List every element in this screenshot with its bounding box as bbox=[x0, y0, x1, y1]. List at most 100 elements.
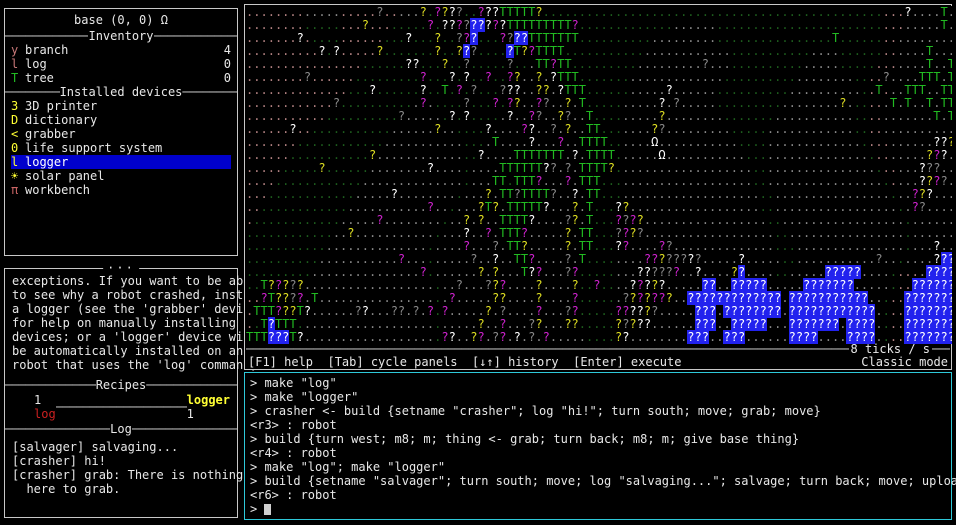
recipe-output: logger 1 bbox=[187, 393, 230, 421]
inventory-row-log[interactable]: l log 0 bbox=[11, 57, 231, 71]
info-line: for help on manually installing bbox=[12, 316, 236, 330]
device-row-life-support-system[interactable]: 0 life support system bbox=[11, 141, 231, 155]
repl-line: <r4> : robot bbox=[250, 446, 337, 460]
item-count: 0 bbox=[223, 57, 231, 71]
status-bar-rule: ────────────────────────────────────────… bbox=[246, 341, 950, 356]
repl-line: > build {turn west; m8; m; thing <- grab… bbox=[250, 432, 800, 446]
info-line: devices; or a 'logger' device will bbox=[12, 330, 258, 344]
tick-rate: 8 ticks / s bbox=[850, 341, 930, 356]
info-line: robot that uses the 'log' command). bbox=[12, 358, 265, 372]
inventory-title: Inventory bbox=[88, 29, 154, 43]
item-glyph-log: l bbox=[11, 57, 19, 71]
scroll-indicator: ··· bbox=[103, 261, 139, 275]
recipe-output-name: logger bbox=[186, 393, 230, 407]
inventory-list[interactable]: y branch 4 l log 0 Ttree 0 bbox=[5, 43, 237, 85]
repl-line: > crasher <- build {setname "crasher"; l… bbox=[250, 404, 821, 418]
recipe-row: 1 log ──────────────────────────────────… bbox=[5, 393, 237, 421]
log-line: here to grab. bbox=[12, 482, 121, 496]
keybinding-hints[interactable]: [F1] help [Tab] cycle panels [↓↑] histor… bbox=[248, 355, 861, 369]
recipe-input-name: log bbox=[34, 407, 56, 421]
device-row-workbench[interactable]: π workbench bbox=[11, 183, 231, 197]
devices-section-rule: ────────────────────────────────────────… bbox=[5, 85, 237, 99]
log-line: [crasher] hi! bbox=[12, 454, 106, 468]
device-name: dictionary bbox=[25, 113, 98, 127]
device-description-text: exceptions. If you want to be able to see… bbox=[5, 269, 265, 372]
game-mode-label: Classic mode bbox=[861, 355, 948, 369]
status-bar-keys-row: [F1] help [Tab] cycle panels [↓↑] histor… bbox=[246, 355, 950, 369]
info-help-panel[interactable]: ··· exceptions. If you want to be able to… bbox=[4, 261, 265, 518]
device-row-solar-panel[interactable]: ☀ solar panel bbox=[11, 169, 231, 183]
device-name: workbench bbox=[25, 183, 91, 197]
robot-log-list: [salvager] salvaging... [crasher] hi! [cra… bbox=[5, 436, 244, 496]
repl-cursor[interactable] bbox=[264, 504, 272, 515]
item-name: log bbox=[25, 57, 47, 71]
device-row-grabber[interactable]: < grabber bbox=[11, 127, 231, 141]
log-line: [crasher] grab: There is nothing bbox=[12, 468, 244, 482]
device-glyph-dictionary: D bbox=[11, 113, 19, 127]
item-glyph-branch: y bbox=[11, 43, 19, 57]
inventory-row-tree[interactable]: Ttree 0 bbox=[11, 71, 231, 85]
rule-right: ────────────────────────────────────────… bbox=[182, 85, 237, 99]
swarm-game-window: base (0, 0) Ω ──────────────────────────… bbox=[0, 0, 956, 525]
repl-line: <r3> : robot bbox=[250, 418, 337, 432]
device-glyph-logger: l bbox=[11, 155, 19, 169]
log-line: [salvager] salvaging... bbox=[12, 440, 179, 454]
repl-panel[interactable]: > make "log" > make "logger" > crasher <- … bbox=[244, 372, 956, 520]
device-name: grabber bbox=[25, 127, 76, 141]
repl-line: <r6> : robot bbox=[250, 488, 337, 502]
inventory-row-branch[interactable]: y branch 4 bbox=[11, 43, 231, 57]
device-name: 3D printer bbox=[25, 99, 98, 113]
device-row-logger[interactable]: l logger bbox=[11, 155, 231, 169]
repl-line: > make "log" bbox=[250, 376, 337, 390]
repl-history: > make "log" > make "logger" > crasher <- … bbox=[245, 373, 956, 502]
world-map[interactable]: ..................?.....?.????..???TTTTT… bbox=[246, 6, 952, 344]
device-row-3D-printer[interactable]: 3 3D printer bbox=[11, 99, 231, 113]
device-name: logger bbox=[25, 155, 69, 169]
robot-header: base (0, 0) Ω bbox=[74, 13, 168, 27]
repl-line: > make "log"; make "logger" bbox=[250, 460, 446, 474]
repl-line: > make "logger" bbox=[250, 390, 359, 404]
inventory-section-rule: ────────────────────────────────────────… bbox=[5, 29, 237, 43]
device-glyph-life-support-system: 0 bbox=[11, 141, 19, 155]
world-map-panel[interactable]: ..................?.....?.????..???TTTTT… bbox=[244, 4, 952, 370]
repl-prompt: > bbox=[250, 502, 265, 516]
recipe-input: 1 log bbox=[12, 393, 56, 421]
log-section-rule: ────────────────────────────────────────… bbox=[5, 422, 237, 436]
rule-right: ────────────────────────────────────────… bbox=[932, 341, 950, 356]
item-count: 4 bbox=[223, 43, 231, 57]
device-glyph-grabber: < bbox=[11, 127, 19, 141]
rule-right: ────────────────────────────────────────… bbox=[131, 422, 237, 436]
item-count: 0 bbox=[223, 71, 231, 85]
log-title: Log bbox=[110, 422, 132, 436]
recipe-input-count: 1 bbox=[34, 393, 42, 407]
device-name: solar panel bbox=[25, 169, 105, 183]
device-glyph-workbench: π bbox=[11, 183, 19, 197]
rule-left: ────────────────────────────────────────… bbox=[5, 422, 111, 436]
device-row-dictionary[interactable]: Ddictionary bbox=[11, 113, 231, 127]
recipes-title: Recipes bbox=[95, 378, 147, 392]
device-name: life support system bbox=[25, 141, 163, 155]
info-line: a logger (see the 'grabber' device bbox=[12, 302, 258, 316]
item-name: branch bbox=[25, 43, 69, 57]
installed-devices-list[interactable]: 3 3D printer Ddictionary < grabber 0 life supp… bbox=[5, 99, 237, 197]
recipes-section: ────────────────────────────────────────… bbox=[5, 378, 237, 421]
devices-title: Installed devices bbox=[59, 85, 183, 99]
repl-input-row[interactable]: > bbox=[245, 502, 951, 516]
info-line: be automatically installed on any bbox=[12, 344, 251, 358]
recipe-arrow: ──────────────────────────────────────── bbox=[55, 400, 187, 414]
repl-line: > build {setname "salvager"; turn south;… bbox=[250, 474, 956, 488]
recipe-output-count: 1 bbox=[186, 407, 194, 421]
robot-inventory-panel[interactable]: base (0, 0) Ω ──────────────────────────… bbox=[4, 8, 238, 256]
item-glyph-tree: T bbox=[11, 71, 19, 85]
rule-left: ────────────────────────────────────────… bbox=[5, 85, 60, 99]
item-name: tree bbox=[25, 71, 54, 85]
info-line: exceptions. If you want to be able bbox=[12, 274, 258, 288]
info-line: to see why a robot crashed, install bbox=[12, 288, 265, 302]
rule-left: ────────────────────────────────────────… bbox=[5, 29, 88, 43]
rule-right: ────────────────────────────────────────… bbox=[153, 29, 237, 43]
repl-prompt-line[interactable]: > bbox=[250, 502, 946, 516]
rule-left: ────────────────────────────────────────… bbox=[5, 378, 96, 392]
rule-left: ────────────────────────────────────────… bbox=[246, 341, 849, 356]
device-glyph-3D-printer: 3 bbox=[11, 99, 19, 113]
device-glyph-solar-panel: ☀ bbox=[11, 169, 19, 183]
